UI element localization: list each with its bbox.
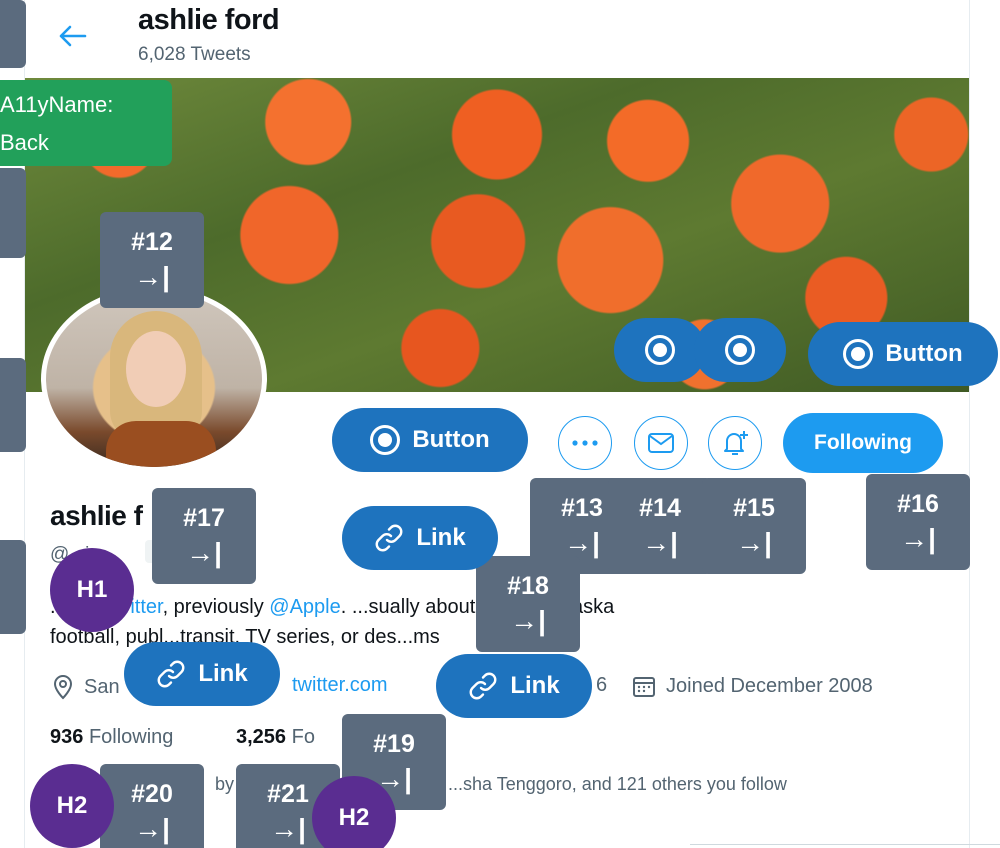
link-icon bbox=[469, 672, 497, 700]
tab-stop-badge: #14 →| bbox=[608, 478, 712, 574]
tab-stop-badge: #18 →| bbox=[476, 556, 580, 652]
button-role-badge bbox=[694, 318, 786, 382]
tab-arrow-icon: →| bbox=[736, 526, 772, 558]
following-button[interactable]: Following bbox=[783, 413, 943, 473]
bio-text: , previously bbox=[162, 596, 270, 618]
heading-level-badge: H2 bbox=[30, 764, 114, 848]
role-label: Link bbox=[198, 660, 248, 687]
tab-stop-badge: #12 →| bbox=[100, 212, 204, 308]
tab-stop-number: #21 bbox=[267, 779, 309, 808]
message-button[interactable] bbox=[634, 416, 688, 470]
a11y-name-tooltip: A11yName: Back bbox=[0, 80, 172, 166]
website-item[interactable]: twitter.com bbox=[292, 674, 388, 697]
link-role-badge: Link bbox=[342, 506, 498, 570]
location-pin-icon bbox=[53, 675, 73, 700]
role-label: Link bbox=[416, 524, 466, 551]
profile-display-name: ashlie f bbox=[50, 500, 143, 531]
offscreen-tabstop bbox=[0, 168, 26, 258]
tab-stop-number: #12 bbox=[131, 227, 173, 256]
button-role-badge: Button bbox=[332, 408, 528, 472]
back-button[interactable] bbox=[50, 14, 94, 58]
birthday-item: 6 bbox=[596, 674, 607, 697]
tab-arrow-icon: →| bbox=[186, 536, 222, 568]
role-label: Button bbox=[412, 426, 490, 453]
divider bbox=[690, 844, 1000, 845]
tab-stop-badge: #17 →| bbox=[152, 488, 256, 584]
website-link[interactable]: twitter.com bbox=[292, 674, 388, 697]
arrow-left-icon bbox=[59, 25, 87, 47]
offscreen-tabstop bbox=[0, 540, 26, 634]
tab-stop-number: #20 bbox=[131, 779, 173, 808]
followers-count-link[interactable]: 3,256 Fo bbox=[236, 726, 315, 749]
avatar-clothing bbox=[106, 421, 216, 467]
more-icon bbox=[572, 440, 598, 446]
joined-item: Joined December 2008 bbox=[632, 674, 873, 698]
button-role-badge bbox=[614, 318, 706, 382]
followers-count: 3,256 bbox=[236, 726, 287, 748]
link-role-badge: Link bbox=[124, 642, 280, 706]
tab-stop-badge: #20 →| bbox=[100, 764, 204, 848]
a11y-name-value: Back bbox=[0, 130, 49, 155]
avatar-face bbox=[126, 331, 186, 407]
tab-stop-badge: #15 →| bbox=[702, 478, 806, 574]
tab-stop-badge: #16 →| bbox=[866, 474, 970, 570]
link-icon bbox=[157, 660, 185, 688]
offscreen-tabstop bbox=[0, 358, 26, 452]
more-button[interactable] bbox=[558, 416, 612, 470]
following-count: 936 bbox=[50, 726, 84, 748]
link-role-badge: Link bbox=[436, 654, 592, 718]
tab-arrow-icon: →| bbox=[564, 526, 600, 558]
heading-level-badge: H1 bbox=[50, 548, 134, 632]
tab-stop-number: #17 bbox=[183, 503, 225, 532]
following-count-link[interactable]: 936 Following bbox=[50, 726, 173, 749]
tab-stop-number: #19 bbox=[373, 729, 415, 758]
tab-arrow-icon: →| bbox=[900, 522, 936, 554]
tab-stop-number: #14 bbox=[639, 493, 681, 522]
role-label: Link bbox=[510, 672, 560, 699]
tab-stop-number: #16 bbox=[897, 489, 939, 518]
offscreen-tabstop bbox=[0, 0, 26, 68]
following-label: Following bbox=[88, 726, 174, 748]
location-text: San bbox=[84, 675, 120, 698]
notify-button[interactable] bbox=[708, 416, 762, 470]
radio-icon bbox=[645, 335, 675, 365]
tweet-count: 6,028 Tweets bbox=[138, 44, 251, 65]
tab-stop-number: #15 bbox=[733, 493, 775, 522]
radio-icon bbox=[725, 335, 755, 365]
a11y-name-label: A11yName: bbox=[0, 92, 114, 117]
header-title: ashlie ford bbox=[138, 4, 280, 36]
joined-text: Joined December 2008 bbox=[666, 674, 873, 697]
tab-arrow-icon: →| bbox=[510, 604, 546, 636]
tab-stop-number: #18 bbox=[507, 571, 549, 600]
birthday-text: 6 bbox=[596, 674, 608, 696]
mention-apple-link[interactable]: @Apple bbox=[269, 596, 340, 618]
tab-arrow-icon: →| bbox=[270, 812, 306, 844]
calendar-icon bbox=[633, 677, 655, 697]
followed-by-text[interactable]: ...sha Tenggoro, and 121 others you foll… bbox=[448, 774, 787, 795]
tab-arrow-icon: →| bbox=[134, 260, 170, 292]
followed-by-prefix: by bbox=[215, 774, 235, 794]
tab-arrow-icon: →| bbox=[642, 526, 678, 558]
envelope-icon bbox=[648, 433, 674, 453]
role-label: Button bbox=[885, 340, 963, 367]
radio-icon bbox=[843, 339, 874, 369]
tab-stop-number: #13 bbox=[561, 493, 603, 522]
page-right-border bbox=[969, 0, 970, 848]
button-role-badge: Button bbox=[808, 322, 998, 386]
link-icon bbox=[375, 524, 403, 552]
tab-arrow-icon: →| bbox=[134, 812, 170, 844]
avatar[interactable] bbox=[41, 286, 267, 472]
radio-icon bbox=[370, 425, 401, 455]
bell-plus-icon bbox=[724, 431, 748, 455]
followers-label: Fo bbox=[291, 726, 315, 748]
location-item: San bbox=[52, 674, 120, 700]
